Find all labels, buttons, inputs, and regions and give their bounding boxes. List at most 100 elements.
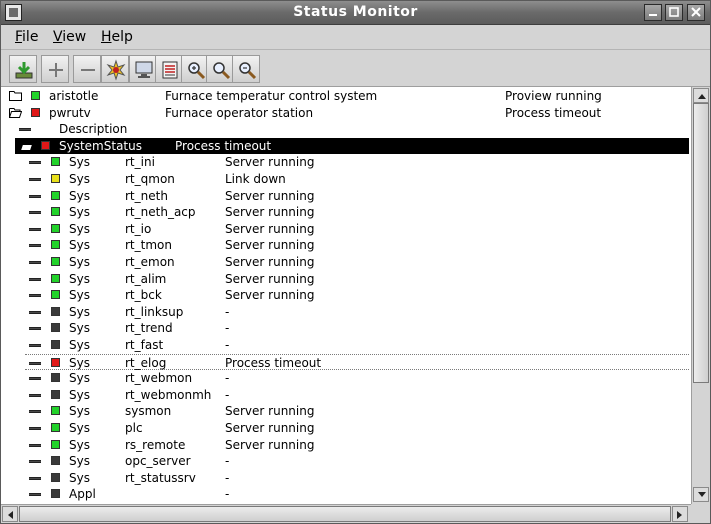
menu-help[interactable]: Help	[101, 29, 133, 45]
server-row[interactable]: Sys rt_emon Server running	[1, 254, 691, 270]
node-row[interactable]: pwrutv Furnace operator station Process ti…	[1, 105, 691, 121]
server-row[interactable]: Appl -	[1, 486, 691, 502]
folder-closed-icon[interactable]	[9, 90, 22, 101]
node-status: Process timeout	[505, 106, 602, 120]
leaf-icon	[29, 327, 41, 330]
horizontal-scrollbar[interactable]	[1, 504, 691, 523]
zoom-reset-icon	[213, 62, 231, 80]
server-status: Server running	[225, 155, 315, 169]
server-name: rt_trend	[125, 321, 173, 335]
status-indicator-icon	[31, 91, 40, 100]
status-indicator-icon	[51, 307, 60, 316]
server-row[interactable]: Sys rt_statussrv -	[1, 470, 691, 486]
scroll-down-arrow[interactable]	[693, 487, 709, 502]
status-indicator-icon	[51, 191, 60, 200]
server-type: Sys	[69, 205, 90, 219]
server-row[interactable]: Sys rt_webmon -	[1, 370, 691, 386]
server-row[interactable]: Sys plc Server running	[1, 420, 691, 436]
node-row[interactable]: aristotle Furnace temperatur control syst…	[1, 88, 691, 104]
menu-file[interactable]: File	[15, 29, 38, 45]
event-button[interactable]	[101, 55, 129, 83]
minimize-icon	[649, 14, 657, 16]
server-status: -	[225, 321, 230, 335]
leaf-icon	[29, 294, 41, 297]
status-indicator-icon	[51, 358, 60, 367]
server-row[interactable]: Sys rt_fast -	[1, 337, 691, 353]
description-row[interactable]: Description	[1, 121, 691, 137]
server-name: rt_webmonmh	[125, 388, 212, 402]
scroll-up-arrow[interactable]	[693, 88, 709, 103]
server-name: rt_alim	[125, 272, 167, 286]
save-button[interactable]	[9, 55, 37, 83]
zoom-out-button[interactable]	[232, 55, 260, 83]
server-row[interactable]: Sys sysmon Server running	[1, 403, 691, 419]
menu-help-label: Help	[101, 29, 133, 45]
server-row[interactable]: Sys rt_qmon Link down	[1, 171, 691, 187]
server-type: Sys	[69, 356, 90, 370]
scroll-right-arrow[interactable]	[672, 506, 688, 522]
leaf-icon	[19, 128, 31, 131]
server-status: -	[225, 371, 230, 385]
server-row[interactable]: Sys rt_ini Server running	[1, 154, 691, 170]
zoom-in-button[interactable]	[181, 55, 209, 83]
status-indicator-icon	[51, 257, 60, 266]
server-row[interactable]: Sys rt_linksup -	[1, 304, 691, 320]
horizontal-scroll-thumb[interactable]	[19, 506, 671, 522]
server-row[interactable]: Sys rt_bck Server running	[1, 287, 691, 303]
server-status: Server running	[225, 288, 315, 302]
status-indicator-icon	[41, 141, 50, 150]
server-row[interactable]: Sys rt_neth_acp Server running	[1, 204, 691, 220]
status-indicator-icon	[51, 157, 60, 166]
server-name: rt_emon	[125, 255, 175, 269]
node-description: Furnace temperatur control system	[165, 89, 378, 103]
title-bar[interactable]: Status Monitor	[1, 1, 710, 25]
zoom-out-icon	[239, 62, 257, 80]
node-display-button[interactable]	[129, 55, 157, 83]
server-type: Sys	[69, 255, 90, 269]
server-row[interactable]: Sys rt_io Server running	[1, 221, 691, 237]
server-row[interactable]: Sys rt_tmon Server running	[1, 237, 691, 253]
menu-view-label: View	[53, 29, 87, 45]
server-row[interactable]: Sys rt_alim Server running	[1, 271, 691, 287]
server-row[interactable]: Sys rt_trend -	[1, 320, 691, 336]
history-button[interactable]	[155, 55, 183, 83]
vertical-scroll-thumb[interactable]	[693, 103, 709, 383]
server-status: -	[225, 338, 230, 352]
arrow-down-icon	[698, 492, 706, 497]
system-status-value: Process timeout	[175, 139, 272, 153]
server-status: Server running	[225, 238, 315, 252]
server-row[interactable]: Sys rt_webmonmh -	[1, 387, 691, 403]
menu-bar: File View Help	[1, 25, 710, 50]
server-name: rt_ini	[125, 155, 155, 169]
menu-file-label: File	[15, 29, 39, 45]
remove-button[interactable]	[73, 55, 101, 83]
minimize-button[interactable]	[644, 4, 662, 21]
server-row[interactable]: Sys opc_server -	[1, 453, 691, 469]
node-name: pwrutv	[49, 106, 91, 120]
maximize-button[interactable]	[665, 4, 683, 21]
server-row[interactable]: Sys rs_remote Server running	[1, 437, 691, 453]
zoom-reset-button[interactable]	[206, 55, 234, 83]
server-status: Server running	[225, 421, 315, 435]
server-type: Sys	[69, 272, 90, 286]
server-status: Server running	[225, 205, 315, 219]
save-icon	[15, 62, 33, 79]
folder-open-icon[interactable]	[9, 107, 23, 118]
server-row[interactable]: Sys rt_neth Server running	[1, 188, 691, 204]
status-tree: aristotle Furnace temperatur control syst…	[1, 87, 691, 504]
close-button[interactable]	[687, 4, 705, 21]
folder-open-icon[interactable]	[20, 140, 34, 151]
system-status-row[interactable]: SystemStatus Process timeout	[15, 138, 689, 154]
server-status: -	[225, 388, 230, 402]
status-indicator-icon	[51, 340, 60, 349]
server-row[interactable]: Sys rt_elog Process timeout	[25, 354, 689, 370]
add-icon	[49, 63, 63, 77]
status-indicator-icon	[51, 290, 60, 299]
add-button[interactable]	[41, 55, 69, 83]
menu-view[interactable]: View	[53, 29, 86, 45]
scroll-left-arrow[interactable]	[2, 506, 18, 522]
vertical-scrollbar[interactable]	[691, 87, 710, 504]
scroll-corner	[691, 504, 710, 523]
server-name: rt_tmon	[125, 238, 172, 252]
server-type: Sys	[69, 404, 90, 418]
